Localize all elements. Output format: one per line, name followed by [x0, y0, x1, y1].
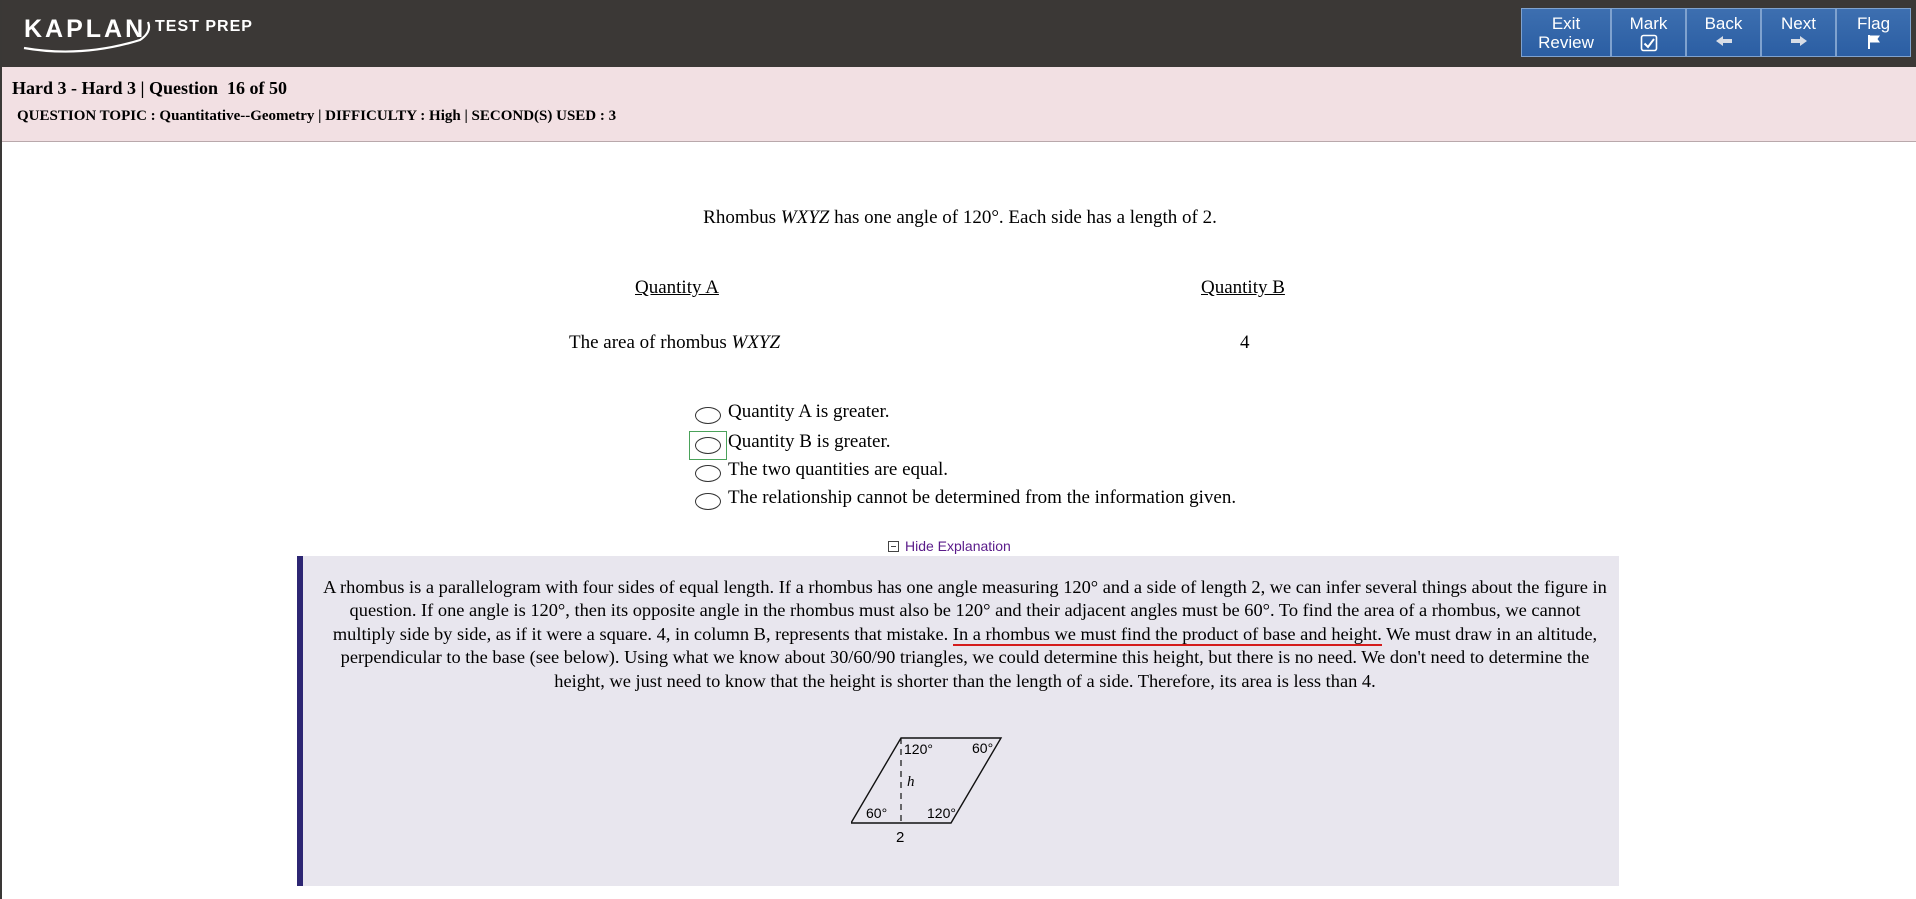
quantity-a-value: The area of rhombus WXYZ — [569, 332, 780, 354]
flag-icon — [1867, 35, 1880, 49]
next-label: Next — [1781, 14, 1816, 33]
choice-text: The relationship cannot be determined fr… — [728, 487, 1237, 508]
arrow-right-icon — [1790, 36, 1807, 46]
exit-review-label-2: Review — [1538, 33, 1594, 52]
explanation-panel: A rhombus is a parallelogram with four s… — [297, 556, 1619, 886]
angle-label-top-right: 60° — [972, 740, 993, 756]
angle-label-top-left: 120° — [904, 741, 933, 757]
question-stem: Rhombus WXYZ has one angle of 120°. Each… — [2, 207, 1916, 229]
hide-explanation-label: Hide Explanation — [905, 538, 1011, 554]
angle-label-bottom-left: 60° — [866, 805, 887, 821]
stem-prefix: Rhombus — [703, 207, 781, 228]
choice-text: The two quantities are equal. — [728, 459, 949, 480]
exit-review-button[interactable]: Exit Review — [1521, 8, 1611, 57]
stem-suffix: has one angle of 120°. Each side has a l… — [829, 207, 1217, 228]
quantity-a-heading: Quantity A — [635, 277, 719, 298]
explanation-text: A rhombus is a parallelogram with four s… — [317, 576, 1613, 693]
flag-button[interactable]: Flag — [1836, 8, 1911, 57]
radio-button[interactable] — [695, 407, 721, 424]
radio-button[interactable] — [689, 431, 727, 460]
question-info-bar: Hard 3 - Hard 3 | Question 16 of 50 QUES… — [2, 67, 1916, 142]
hide-explanation-toggle[interactable]: Hide Explanation — [888, 538, 1011, 554]
quantity-b-value: 4 — [1240, 332, 1250, 353]
flag-label: Flag — [1856, 14, 1891, 33]
stem-variable: WXYZ — [780, 207, 830, 228]
quantity-a-variable: WXYZ — [731, 332, 781, 353]
exit-review-label-1: Exit — [1551, 14, 1581, 33]
explanation-highlighted-text: In a rhombus we must find the product of… — [952, 623, 1382, 646]
mark-label: Mark — [1629, 14, 1668, 33]
base-label: 2 — [896, 829, 904, 843]
back-button[interactable]: Back — [1686, 8, 1761, 57]
question-title: Hard 3 - Hard 3 | Question 16 of 50 — [12, 78, 287, 98]
choice-text: Quantity B is greater. — [728, 431, 891, 452]
top-bar: KAPLAN TEST PREP Exit Review Mark Back N… — [2, 0, 1916, 67]
radio-button[interactable] — [695, 465, 721, 482]
back-label: Back — [1704, 14, 1743, 33]
height-label: h — [907, 774, 915, 790]
checkbox-checked-icon — [1640, 34, 1657, 52]
next-button[interactable]: Next — [1761, 8, 1836, 57]
quantity-b-heading: Quantity B — [1201, 277, 1285, 298]
rhombus-figure: 120° 60° 60° 120° h 2 — [851, 737, 1003, 843]
kaplan-logo: KAPLAN TEST PREP — [22, 10, 262, 54]
logo-product-text: TEST PREP — [155, 18, 253, 35]
mark-button[interactable]: Mark — [1611, 8, 1686, 57]
question-meta: QUESTION TOPIC : Quantitative--Geometry … — [17, 108, 617, 124]
logo-brand-text: KAPLAN — [24, 15, 147, 43]
choice-text: Quantity A is greater. — [728, 401, 890, 422]
angle-label-bottom-right: 120° — [927, 805, 956, 821]
radio-button[interactable] — [695, 493, 721, 510]
arrow-left-icon — [1715, 36, 1732, 46]
quantity-a-prefix: The area of rhombus — [569, 332, 732, 353]
collapse-icon — [888, 541, 899, 552]
